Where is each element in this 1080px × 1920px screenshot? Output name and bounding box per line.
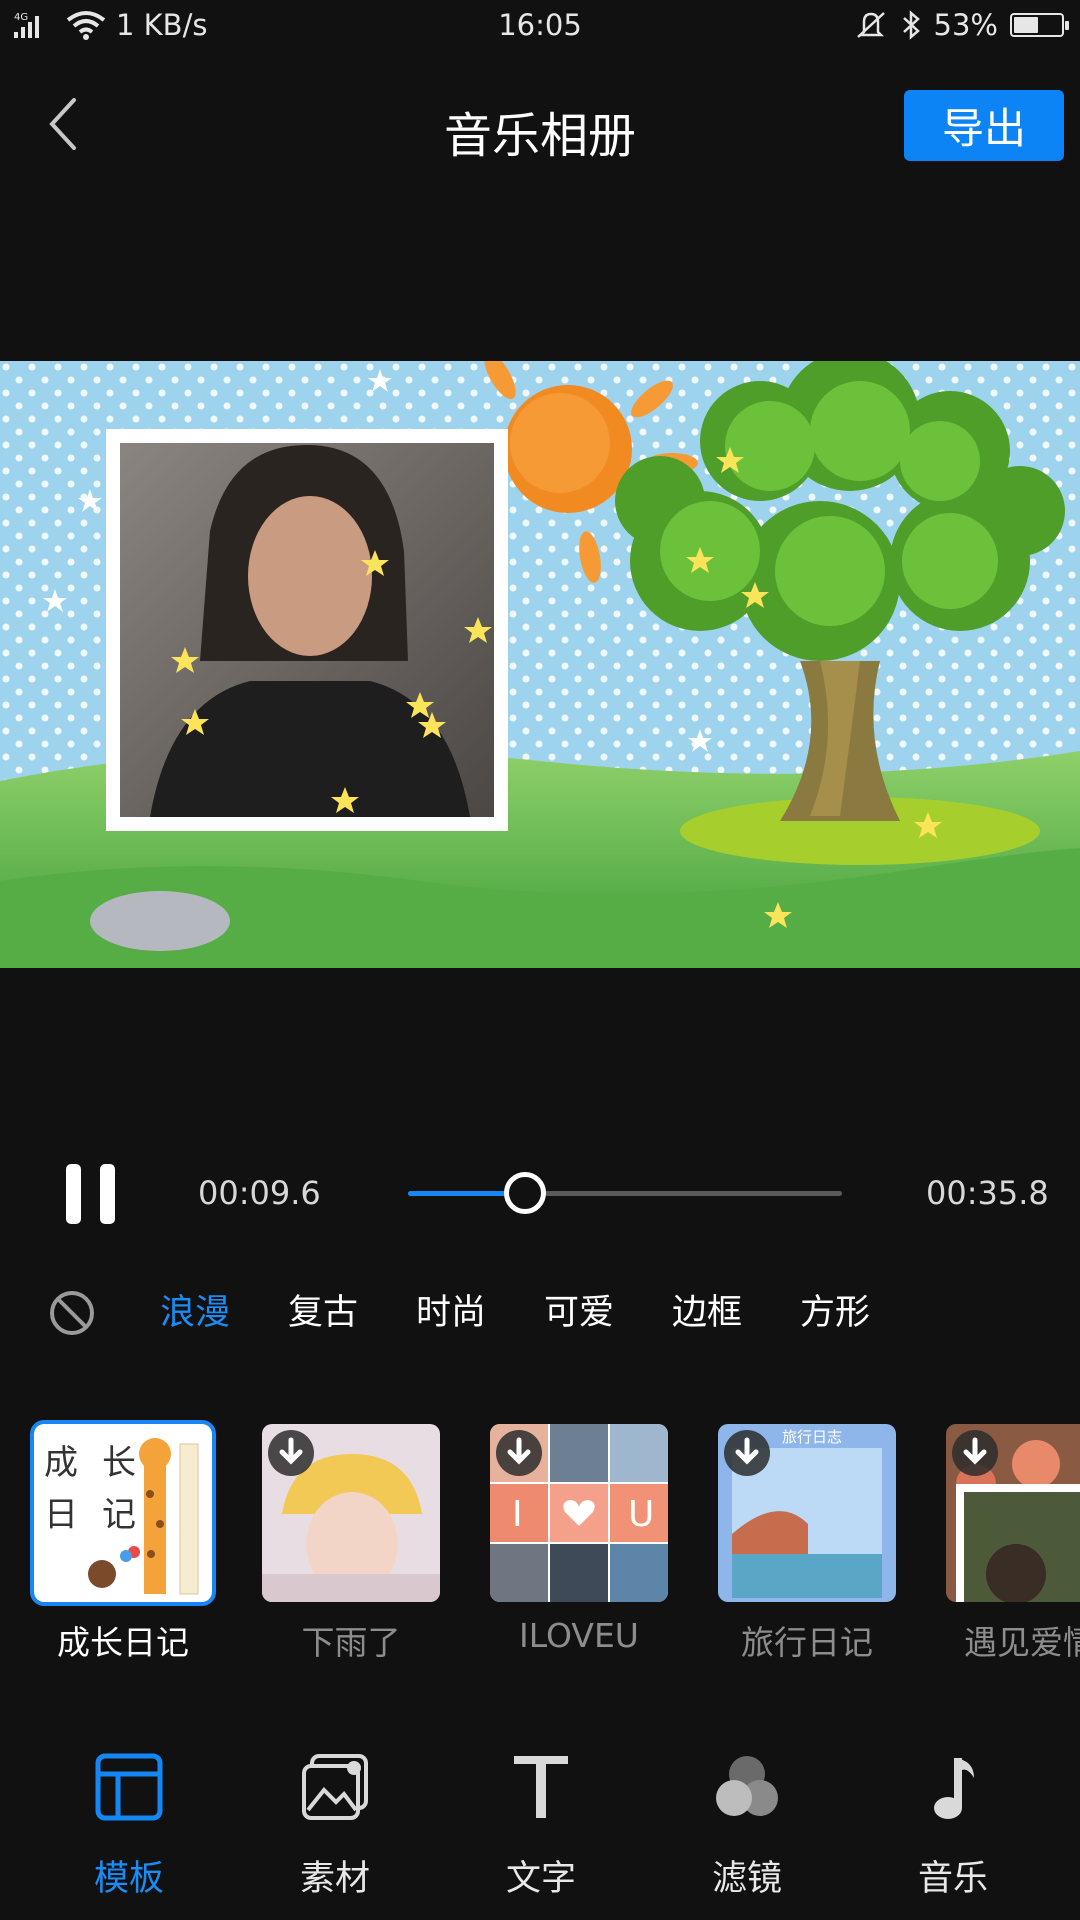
nav-label: 素材: [299, 1859, 370, 1899]
progress-thumb[interactable]: [504, 1172, 546, 1214]
nav-tab-filter[interactable]: 滤镜: [654, 1752, 834, 1902]
thumb-text: 记: [102, 1495, 136, 1535]
status-right: 53%: [854, 8, 1069, 42]
nav-tab-music[interactable]: 音乐: [860, 1752, 1040, 1902]
template-thumbnail[interactable]: I U: [490, 1424, 668, 1602]
category-tab-border[interactable]: 边框: [672, 1284, 742, 1335]
download-icon: [496, 1430, 542, 1476]
template-name: ILOVEU: [519, 1616, 639, 1655]
category-tab-retro[interactable]: 复古: [288, 1284, 358, 1335]
category-tab-square[interactable]: 方形: [800, 1284, 870, 1335]
download-icon: [268, 1430, 314, 1476]
nav-tab-text[interactable]: 文字: [448, 1752, 628, 1902]
no-template-button[interactable]: [48, 1289, 96, 1337]
thumb-text: 长: [102, 1443, 136, 1483]
thumb-text: U: [628, 1494, 654, 1535]
nav-label: 滤镜: [711, 1859, 782, 1899]
battery-level: [1014, 17, 1038, 33]
export-button[interactable]: 导出: [904, 90, 1064, 161]
text-icon: [514, 1756, 568, 1818]
total-time: 00:35.8: [926, 1174, 1049, 1212]
bluetooth-icon: [902, 10, 920, 40]
thumb-text: 成: [44, 1443, 78, 1483]
nav-label: 模板: [93, 1859, 164, 1899]
template-thumbnail[interactable]: 旅行日志: [718, 1424, 896, 1602]
download-icon: [724, 1430, 770, 1476]
thumb-text: 日: [44, 1495, 78, 1535]
thumb-text: 旅行日志: [782, 1428, 842, 1446]
nav-tab-template[interactable]: 模板: [36, 1752, 216, 1902]
pause-icon: [66, 1164, 81, 1224]
download-icon: [952, 1430, 998, 1476]
battery-icon: [1010, 13, 1069, 37]
pause-icon: [100, 1164, 115, 1224]
category-tab-romantic[interactable]: 浪漫: [160, 1284, 230, 1335]
filter-icon: [716, 1756, 778, 1816]
template-name: 下雨了: [301, 1623, 401, 1662]
template-name: 旅行日记: [741, 1623, 873, 1662]
nav-tab-media[interactable]: 素材: [242, 1752, 422, 1902]
prohibited-icon: [50, 1291, 94, 1335]
current-time: 00:09.6: [198, 1174, 321, 1212]
category-tab-cute[interactable]: 可爱: [544, 1284, 614, 1335]
template-icon: [95, 1753, 163, 1821]
media-icon: [302, 1754, 368, 1820]
template-name: 成长日记: [57, 1623, 189, 1662]
template-thumbnail[interactable]: [946, 1424, 1080, 1602]
thumb-text: I: [512, 1494, 523, 1535]
battery-percent: 53%: [933, 8, 998, 42]
template-thumbnail[interactable]: [262, 1424, 440, 1602]
template-thumbnail[interactable]: 成 长 日 记: [30, 1420, 216, 1606]
silent-mode-icon: [856, 12, 885, 38]
music-icon: [934, 1758, 974, 1819]
video-preview[interactable]: [0, 361, 1080, 968]
growth-diary-thumbnail: 成 长 日 记: [34, 1424, 212, 1602]
preview-illustration: [0, 361, 1080, 968]
status-bar: 4G 1 KB/s 16:05 53%: [0, 0, 1080, 56]
category-tab-fashion[interactable]: 时尚: [416, 1284, 486, 1335]
nav-label: 音乐: [917, 1859, 988, 1899]
pause-button[interactable]: [62, 1164, 118, 1224]
nav-label: 文字: [505, 1859, 576, 1899]
template-name: 遇见爱情: [964, 1623, 1080, 1662]
